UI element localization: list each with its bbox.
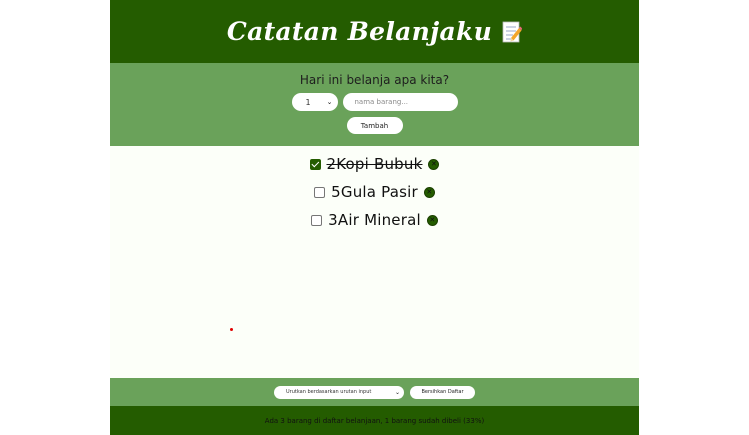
- list-controls: Urutkan berdasarkan urutan input ⌄ Bersi…: [110, 378, 639, 406]
- form-row: 1 ⌄: [291, 93, 458, 111]
- memo-icon: [502, 21, 523, 43]
- item-checkbox[interactable]: [314, 186, 326, 198]
- add-button[interactable]: Tambah: [346, 117, 403, 134]
- item-list: 2Kopi Bubuk ✕ 5Gula Pasir ✕ 3Air Mineral…: [110, 146, 639, 378]
- item-name-input[interactable]: [342, 93, 458, 111]
- item-checkbox[interactable]: [309, 158, 321, 170]
- add-item-form: Hari ini belanja apa kita? 1 ⌄ Tambah: [110, 63, 639, 146]
- clear-list-button[interactable]: Bersihkan Daftar: [410, 385, 475, 399]
- chevron-down-icon: ⌄: [394, 388, 400, 396]
- item-checkbox[interactable]: [311, 214, 323, 226]
- app-title: Catatan Belanjaku: [226, 17, 493, 46]
- delete-icon[interactable]: ✕: [426, 214, 438, 226]
- chevron-down-icon: ⌄: [326, 98, 333, 106]
- list-item: 2Kopi Bubuk ✕: [110, 150, 639, 178]
- item-label: 3Air Mineral: [328, 211, 421, 229]
- cursor-dot: [230, 328, 233, 331]
- quantity-select[interactable]: 1 ⌄: [291, 93, 338, 111]
- list-item: 5Gula Pasir ✕: [110, 178, 639, 206]
- sort-select[interactable]: Urutkan berdasarkan urutan input ⌄: [274, 385, 404, 399]
- form-question: Hari ini belanja apa kita?: [299, 73, 450, 87]
- item-label: 2Kopi Bubuk: [326, 155, 423, 173]
- header: Catatan Belanjaku: [110, 0, 639, 63]
- list-item: 3Air Mineral ✕: [110, 206, 639, 234]
- stats-text: Ada 3 barang di daftar belanjaan, 1 bara…: [264, 416, 485, 425]
- item-label: 5Gula Pasir: [331, 183, 418, 201]
- delete-icon[interactable]: ✕: [428, 158, 440, 170]
- quantity-value: 1: [305, 97, 311, 107]
- sort-value: Urutkan berdasarkan urutan input: [286, 389, 372, 395]
- delete-icon[interactable]: ✕: [423, 186, 435, 198]
- app-container: Catatan Belanjaku Hari ini belanja apa k…: [110, 0, 639, 435]
- footer: Ada 3 barang di daftar belanjaan, 1 bara…: [110, 406, 639, 435]
